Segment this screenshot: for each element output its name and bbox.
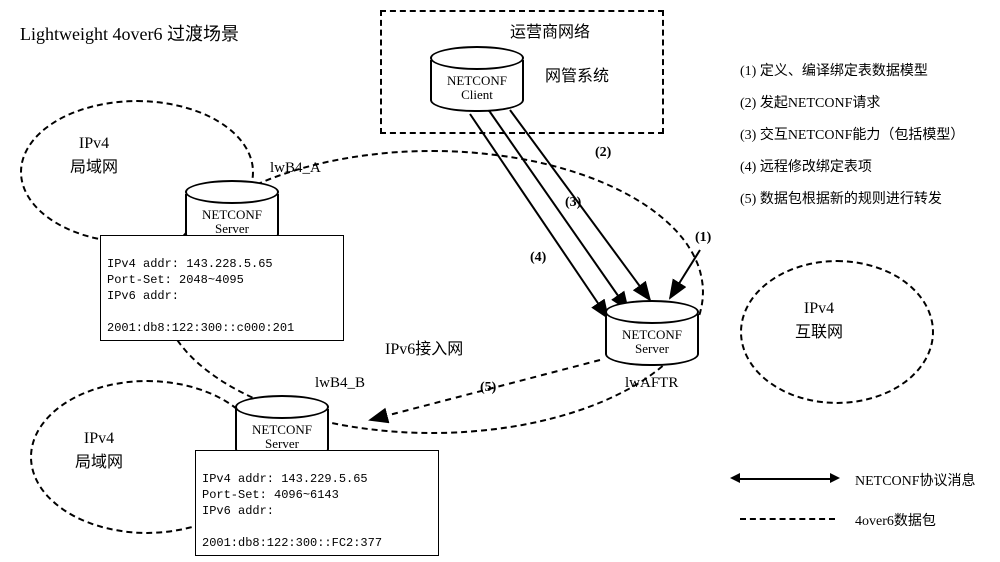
page-title: Lightweight 4over6 过渡场景 <box>20 20 239 46</box>
lwb4-a-line2: Server <box>187 222 277 236</box>
legend-netconf-msg: NETCONF协议消息 <box>855 470 976 490</box>
lwb4-b-v6l: IPv6 addr: <box>202 504 274 518</box>
step-5: (5) 数据包根据新的规则进行转发 <box>740 188 942 208</box>
netconf-client-line2: Client <box>432 88 522 102</box>
lwb4-b-v4: IPv4 addr: 143.229.5.65 <box>202 472 368 486</box>
step-3: (3) 交互NETCONF能力（包括模型） <box>740 124 964 144</box>
lwb4-a-v6l: IPv6 addr: <box>107 289 179 303</box>
lwaftr-db: NETCONF Server <box>605 300 695 366</box>
flow-1: (1) <box>695 230 711 246</box>
step-1: (1) 定义、编译绑定表数据模型 <box>740 60 928 80</box>
lwb4-a-ps: Port-Set: 2048~4095 <box>107 273 244 287</box>
legend-solid-arrow-r <box>830 473 840 483</box>
lwaftr-line1: NETCONF <box>607 328 697 342</box>
lwb4-b-line1: NETCONF <box>237 423 327 437</box>
legend-solid-line <box>740 478 830 480</box>
nms-label: 网管系统 <box>545 62 609 86</box>
ipv6-access-label: IPv6接入网 <box>385 335 463 359</box>
flow-4: (4) <box>530 250 546 266</box>
flow-3: (3) <box>565 195 581 211</box>
legend-dashed-line <box>740 518 835 520</box>
lwb4-b-info: IPv4 addr: 143.229.5.65 Port-Set: 4096~6… <box>195 450 439 556</box>
lwb4-a-name: lwB4_A <box>270 160 321 177</box>
lwb4-b-v6: 2001:db8:122:300::FC2:377 <box>202 536 382 550</box>
lwb4-a-v4: IPv4 addr: 143.228.5.65 <box>107 257 273 271</box>
step-2: (2) 发起NETCONF请求 <box>740 92 880 112</box>
lwb4-b-line2: Server <box>237 437 327 451</box>
ipv4-internet-label: IPv4 互联网 <box>795 300 843 342</box>
flow-5: (5) <box>480 380 496 396</box>
flow-2: (2) <box>595 145 611 161</box>
ipv4-lan-bottom-label: IPv4 局域网 <box>75 430 123 472</box>
step-4: (4) 远程修改绑定表项 <box>740 156 872 176</box>
netconf-client-db: NETCONF Client <box>430 46 520 112</box>
lwb4-b-ps: Port-Set: 4096~6143 <box>202 488 339 502</box>
legend-data-pkt: 4over6数据包 <box>855 510 936 530</box>
legend-solid-arrow-l <box>730 473 740 483</box>
lwb4-a-line1: NETCONF <box>187 208 277 222</box>
operator-network-label: 运营商网络 <box>510 18 590 42</box>
lwb4-a-v6: 2001:db8:122:300::c000:201 <box>107 321 294 335</box>
lwb4-a-info: IPv4 addr: 143.228.5.65 Port-Set: 2048~4… <box>100 235 344 341</box>
ipv4-lan-top-label: IPv4 局域网 <box>70 135 118 177</box>
netconf-client-line1: NETCONF <box>432 74 522 88</box>
lwb4-b-name: lwB4_B <box>315 375 365 392</box>
lwaftr-line2: Server <box>607 342 697 356</box>
lwaftr-label: lwAFTR <box>625 375 678 392</box>
